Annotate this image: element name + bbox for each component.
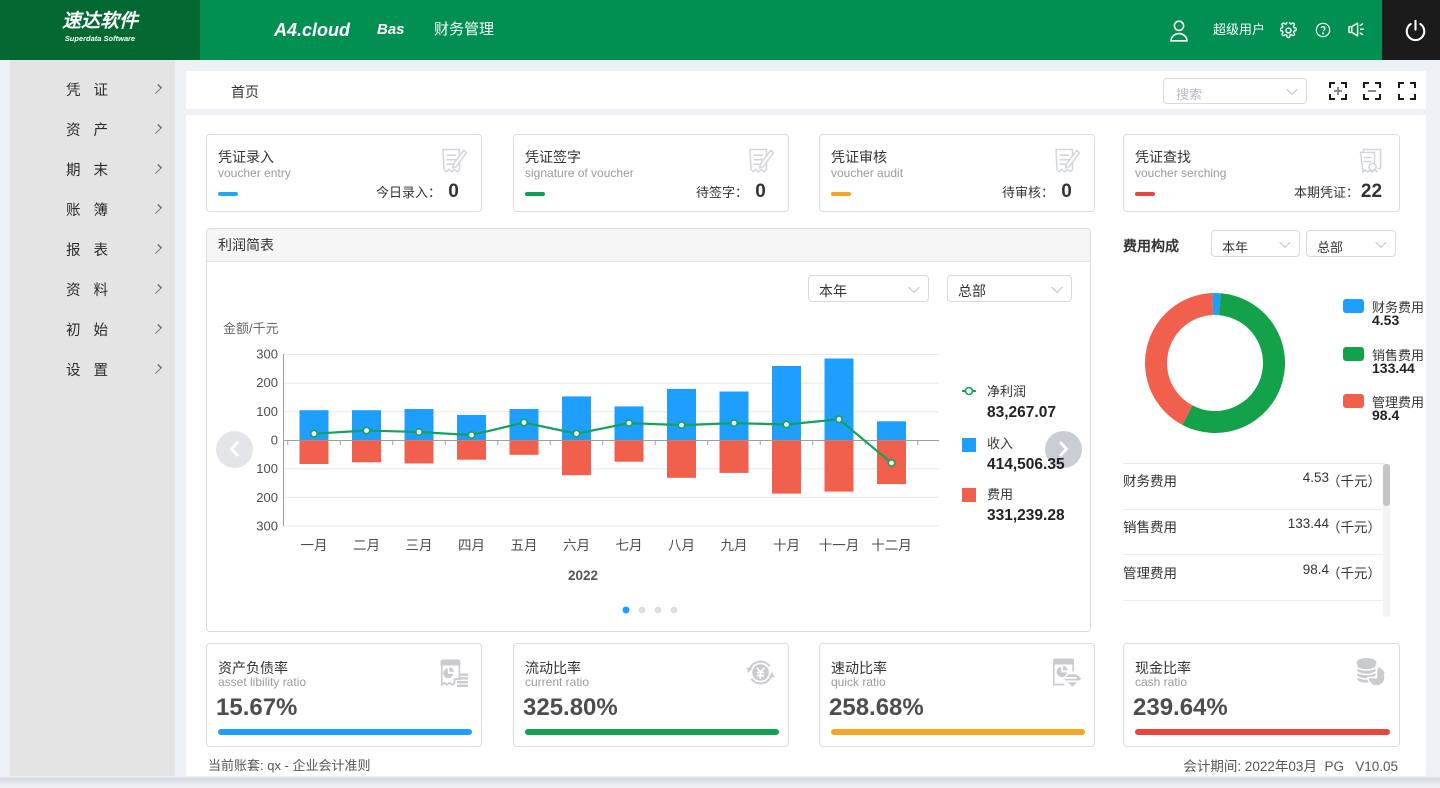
svg-text:331,239.28: 331,239.28 [987, 507, 1065, 524]
svg-text:200: 200 [256, 375, 278, 390]
svg-text:414,506.35: 414,506.35 [987, 456, 1065, 473]
svg-text:83,267.07: 83,267.07 [987, 404, 1056, 421]
svg-text:二月: 二月 [353, 538, 380, 553]
svg-text:九月: 九月 [721, 538, 748, 553]
svg-text:100: 100 [256, 404, 278, 419]
svg-text:100: 100 [256, 461, 278, 476]
svg-text:收入: 收入 [987, 436, 1013, 451]
svg-text:六月: 六月 [563, 538, 590, 553]
svg-text:十月: 十月 [773, 538, 800, 553]
svg-text:四月: 四月 [458, 538, 485, 553]
svg-text:三月: 三月 [406, 538, 433, 553]
svg-text:0: 0 [271, 433, 278, 448]
svg-text:200: 200 [256, 490, 278, 505]
svg-text:净利润: 净利润 [987, 384, 1026, 399]
svg-text:2022: 2022 [568, 568, 598, 583]
svg-text:300: 300 [256, 519, 278, 534]
svg-text:一月: 一月 [301, 538, 328, 553]
svg-text:七月: 七月 [616, 538, 643, 553]
svg-text:五月: 五月 [511, 538, 538, 553]
svg-text:八月: 八月 [668, 538, 695, 553]
svg-text:十二月: 十二月 [871, 538, 912, 553]
svg-text:300: 300 [256, 347, 278, 362]
svg-text:十一月: 十一月 [819, 538, 860, 553]
svg-text:费用: 费用 [987, 487, 1013, 502]
